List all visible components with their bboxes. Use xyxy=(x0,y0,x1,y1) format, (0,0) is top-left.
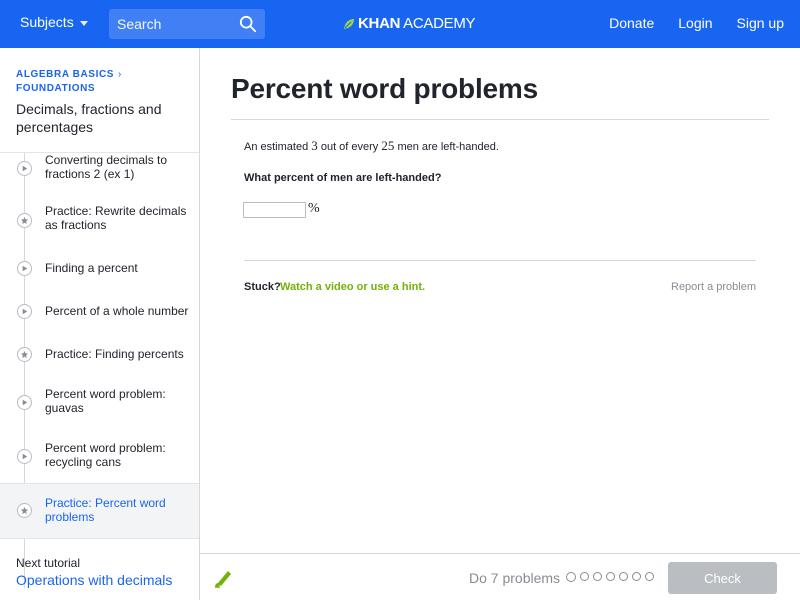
lesson-item-label: Converting decimals to fractions 2 (ex 1… xyxy=(45,153,168,181)
top-nav-bar: Subjects KHANACADEMY Donate Login Sign u… xyxy=(0,0,800,48)
lesson-item-practice[interactable]: Practice: Rewrite decimals as fractions xyxy=(0,199,199,245)
donate-link[interactable]: Donate xyxy=(609,15,654,31)
lesson-item-video[interactable]: Converting decimals to fractions 2 (ex 1… xyxy=(0,153,199,189)
problem-number-b: 25 xyxy=(381,138,395,153)
star-icon xyxy=(17,347,32,362)
progress-dot xyxy=(606,572,615,581)
breadcrumb[interactable]: ALGEBRA BASICS › FOUNDATIONS xyxy=(16,68,122,96)
sidebar: ALGEBRA BASICS › FOUNDATIONS Decimals, fr… xyxy=(0,48,200,600)
play-icon xyxy=(17,261,32,276)
progress-dot xyxy=(632,572,641,581)
question-text: What percent of men are left-handed? xyxy=(244,172,442,184)
answer-input[interactable] xyxy=(243,202,306,218)
progress-dot xyxy=(593,572,602,581)
lesson-item-video[interactable]: Percent word problem: recycling cans xyxy=(0,435,199,479)
lesson-list[interactable]: Converting decimals to fractions 2 (ex 1… xyxy=(0,152,199,588)
search-icon[interactable] xyxy=(239,15,257,33)
lesson-item-video[interactable]: Percent of a whole number xyxy=(0,296,199,326)
page-title: Percent word problems xyxy=(231,73,538,104)
lesson-item-label: Practice: Rewrite decimals as fractions xyxy=(45,204,187,232)
breadcrumb-subject[interactable]: ALGEBRA BASICS xyxy=(16,69,114,80)
progress-dot xyxy=(580,572,589,581)
problem-text-pre: An estimated xyxy=(244,141,309,153)
play-icon xyxy=(17,449,32,464)
problem-statement: An estimated 3 out of every 25 men are l… xyxy=(244,138,499,154)
login-link[interactable]: Login xyxy=(678,15,712,31)
scratchpad-pencil-icon[interactable] xyxy=(212,567,234,589)
subjects-label: Subjects xyxy=(20,14,74,30)
lesson-item-video[interactable]: Finding a percent xyxy=(0,253,199,283)
exercise-footer: Do 7 problems Check xyxy=(200,553,800,600)
signup-link[interactable]: Sign up xyxy=(737,15,784,31)
breadcrumb-course[interactable]: FOUNDATIONS xyxy=(16,82,122,96)
star-icon xyxy=(17,213,32,228)
lesson-item-label: Practice: Percent word problems xyxy=(45,496,166,524)
do-problems-label: Do 7 problems xyxy=(469,570,561,586)
next-tutorial-link[interactable]: Operations with decimals xyxy=(16,572,172,588)
check-button[interactable]: Check xyxy=(668,562,777,594)
nav-links: Donate Login Sign up xyxy=(609,15,784,31)
play-icon xyxy=(17,304,32,319)
progress-dot xyxy=(566,572,576,582)
unit-title: Decimals, fractions and percentages xyxy=(16,101,162,135)
next-tutorial-label: Next tutorial xyxy=(16,556,81,570)
khan-academy-logo[interactable]: KHAN ACADEMY xyxy=(343,15,476,32)
lesson-item-label: Percent of a whole number xyxy=(45,304,189,318)
next-tutorial: Next tutorial Operations with decimals xyxy=(16,556,172,588)
lesson-item-video[interactable]: Percent word problem: guavas xyxy=(0,381,199,425)
report-problem-link[interactable]: Report a problem xyxy=(671,281,756,293)
play-icon xyxy=(17,395,32,410)
play-icon xyxy=(17,161,32,176)
search-box xyxy=(109,9,265,39)
logo-text-khan: KHAN xyxy=(358,15,401,32)
stuck-label: Stuck? xyxy=(244,281,281,293)
progress-dots xyxy=(566,572,654,582)
divider xyxy=(231,119,769,120)
progress-dot xyxy=(645,572,654,581)
lesson-item-label: Percent word problem: guavas xyxy=(45,387,166,415)
chevron-right-icon: › xyxy=(118,69,122,80)
lesson-item-label: Percent word problem: recycling cans xyxy=(45,441,166,469)
lesson-item-label: Practice: Finding percents xyxy=(45,347,184,361)
divider xyxy=(244,260,756,261)
problem-text-post: men are left-handed. xyxy=(397,141,499,153)
progress-dot xyxy=(619,572,628,581)
logo-text-academy: ACADEMY xyxy=(403,15,476,32)
lesson-item-practice[interactable]: Practice: Finding percents xyxy=(0,339,199,369)
hint-link[interactable]: Watch a video or use a hint. xyxy=(280,281,425,293)
lesson-item-practice-active[interactable]: Practice: Percent word problems xyxy=(0,483,199,539)
problem-number-a: 3 xyxy=(311,138,318,153)
lesson-item-label: Finding a percent xyxy=(45,261,138,275)
problem-text-mid: out of every xyxy=(320,141,379,153)
star-icon xyxy=(17,503,32,518)
caret-down-icon xyxy=(79,20,88,26)
percent-sign: % xyxy=(308,201,320,216)
leaf-icon xyxy=(344,18,354,29)
subjects-menu-button[interactable]: Subjects xyxy=(20,14,88,30)
search-input[interactable] xyxy=(117,16,237,32)
